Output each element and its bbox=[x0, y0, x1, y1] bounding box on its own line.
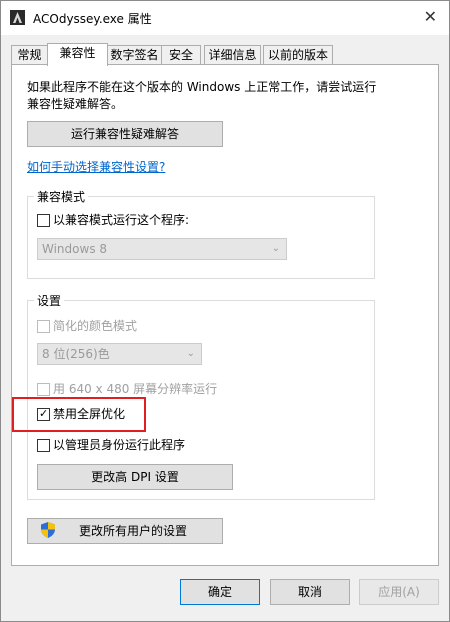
checkbox-box[interactable] bbox=[37, 439, 50, 452]
high-dpi-button[interactable]: 更改高 DPI 设置 bbox=[37, 464, 233, 490]
compatibility-panel: 如果此程序不能在这个版本的 Windows 上正常工作，请尝试运行兼容性疑难解答… bbox=[11, 64, 439, 566]
intro-text: 如果此程序不能在这个版本的 Windows 上正常工作，请尝试运行兼容性疑难解答… bbox=[27, 80, 377, 111]
checkbox-label: 以兼容模式运行这个程序: bbox=[53, 213, 190, 227]
run-as-admin-checkbox[interactable]: 以管理员身份运行此程序 bbox=[37, 438, 257, 454]
run-640x480-checkbox: 用 640 x 480 屏幕分辨率运行 bbox=[37, 382, 297, 398]
close-icon[interactable]: ✕ bbox=[424, 9, 437, 25]
chevron-down-icon: ⌄ bbox=[186, 348, 195, 359]
tab-previous-versions[interactable]: 以前的版本 bbox=[263, 45, 333, 64]
button-label: 更改所有用户的设置 bbox=[78, 524, 187, 538]
checkbox-label: 简化的颜色模式 bbox=[53, 319, 138, 333]
checkbox-box[interactable] bbox=[37, 214, 50, 227]
checkbox-label: 用 640 x 480 屏幕分辨率运行 bbox=[53, 382, 218, 396]
reduced-color-checkbox: 简化的颜色模式 bbox=[37, 319, 237, 335]
run-troubleshooter-button[interactable]: 运行兼容性疑难解答 bbox=[27, 121, 223, 147]
tab-general[interactable]: 常规 bbox=[11, 45, 48, 64]
compat-mode-title: 兼容模式 bbox=[34, 188, 89, 205]
apply-button: 应用(A) bbox=[359, 579, 439, 605]
properties-dialog: ACOdyssey.exe 属性 ✕ 常规 兼容性 数字签名 安全 详细信息 以… bbox=[0, 0, 450, 622]
ok-button[interactable]: 确定 bbox=[180, 579, 260, 605]
checkbox-label: 以管理员身份运行此程序 bbox=[53, 438, 186, 452]
annotation-highlight-box bbox=[12, 397, 146, 432]
select-value: Windows 8 bbox=[42, 242, 108, 256]
window-title: ACOdyssey.exe 属性 bbox=[33, 12, 152, 26]
manual-settings-link[interactable]: 如何手动选择兼容性设置? bbox=[27, 158, 165, 175]
tab-details[interactable]: 详细信息 bbox=[204, 45, 261, 64]
select-value: 8 位(256)色 bbox=[42, 347, 110, 361]
chevron-down-icon: ⌄ bbox=[271, 243, 280, 254]
tab-compatibility[interactable]: 兼容性 bbox=[47, 43, 108, 66]
title-bar[interactable]: ACOdyssey.exe 属性 ✕ bbox=[1, 1, 449, 35]
tab-security[interactable]: 安全 bbox=[161, 45, 201, 64]
uac-shield-icon bbox=[41, 522, 55, 538]
compat-mode-checkbox[interactable]: 以兼容模式运行这个程序: bbox=[37, 213, 337, 229]
change-all-users-button[interactable]: 更改所有用户的设置 bbox=[27, 518, 223, 544]
settings-title: 设置 bbox=[34, 292, 65, 309]
tab-digital-signatures[interactable]: 数字签名 bbox=[107, 45, 162, 64]
cancel-button[interactable]: 取消 bbox=[270, 579, 350, 605]
color-depth-select: 8 位(256)色 ⌄ bbox=[37, 343, 202, 365]
app-icon bbox=[10, 10, 25, 25]
compat-mode-group: 兼容模式 以兼容模式运行这个程序: Windows 8 ⌄ bbox=[27, 188, 375, 279]
os-version-select: Windows 8 ⌄ bbox=[37, 238, 287, 260]
checkbox-box bbox=[37, 383, 50, 396]
checkbox-box bbox=[37, 320, 50, 333]
